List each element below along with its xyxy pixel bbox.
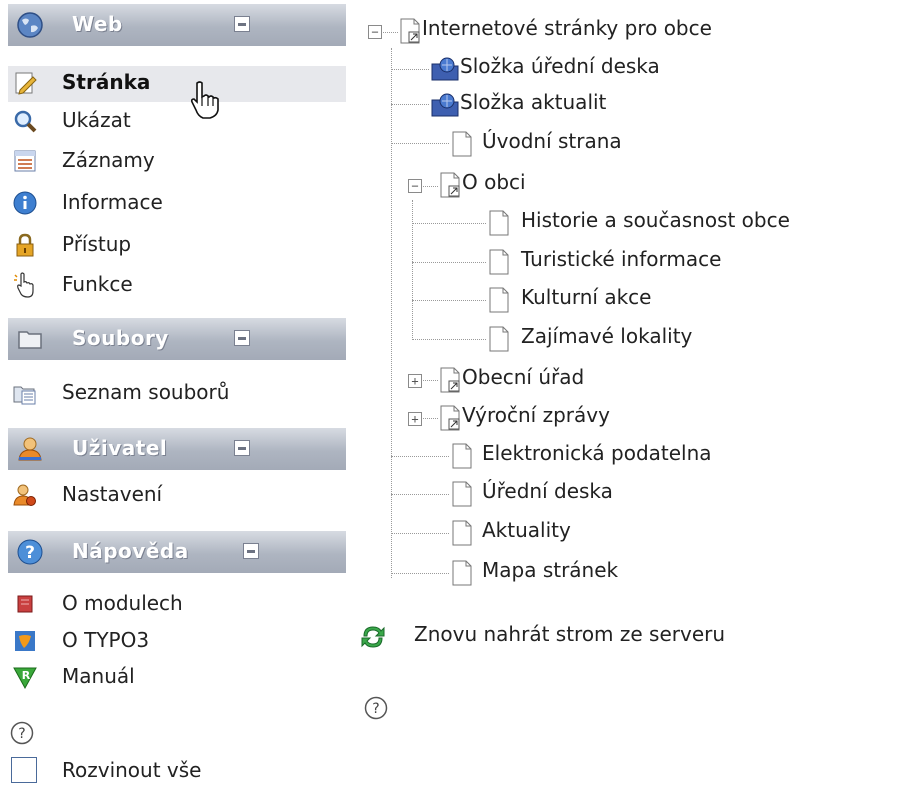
menu-item-informace[interactable]: Informace: [8, 186, 346, 222]
page-shortcut-icon: [440, 172, 460, 198]
collapse-uzivatel-icon[interactable]: [234, 440, 250, 456]
menu-item-stranka[interactable]: Stránka: [8, 66, 346, 119]
tree-node-label: Internetové stránky pro obce: [422, 16, 712, 40]
page-icon: [489, 210, 509, 236]
group-title-web: Web: [72, 12, 123, 36]
magnifier-icon: [14, 110, 37, 133]
question-circle-icon[interactable]: ?: [10, 721, 34, 745]
svg-text:?: ?: [18, 726, 25, 742]
tree-node-label: Obecní úřad: [462, 365, 585, 389]
svg-text:?: ?: [25, 543, 35, 563]
tree-node-label: Kulturní akce: [521, 285, 652, 309]
menu-item-label: Seznam souborů: [62, 380, 230, 404]
group-header-napoveda[interactable]: ? Nápověda: [8, 531, 346, 573]
tree-node-label: Aktuality: [482, 518, 571, 542]
page-icon: [452, 443, 472, 469]
collapse-soubory-icon[interactable]: [234, 330, 250, 346]
tree-node-label: Elektronická podatelna: [482, 441, 712, 465]
collapse-toggle-icon[interactable]: −: [408, 179, 422, 193]
tree-node-label: Turistické informace: [521, 247, 722, 271]
refresh-icon: [361, 626, 385, 648]
tree-node-label: Zajímavé lokality: [521, 324, 693, 348]
group-header-web[interactable]: Web: [8, 4, 346, 46]
menu-item-ukazat[interactable]: Ukázat: [8, 104, 346, 140]
tree-node-label: Úřední deska: [482, 479, 613, 503]
tree-node-label: Mapa stránek: [482, 558, 619, 582]
user-settings-icon: [13, 484, 36, 506]
menu-item-o-modulech[interactable]: O modulech: [8, 587, 346, 623]
expand-all-checkbox[interactable]: [11, 757, 37, 783]
tree-node-label: Složka aktualit: [460, 90, 607, 114]
page-icon: [452, 131, 472, 157]
menu-item-funkce[interactable]: Funkce: [8, 268, 346, 304]
tree-node-label: Výroční zprávy: [462, 403, 610, 427]
page-icon: [452, 560, 472, 586]
tree-node-label: Úvodní strana: [482, 129, 622, 153]
menu-item-seznam-souboru[interactable]: Seznam souborů: [8, 376, 346, 412]
page-icon: [489, 249, 509, 275]
svg-text:?: ?: [372, 701, 379, 717]
menu-item-manual[interactable]: R Manuál: [8, 660, 346, 696]
expand-toggle-icon[interactable]: +: [408, 412, 422, 426]
menu-item-label: O TYPO3: [62, 628, 150, 652]
question-circle-icon[interactable]: ?: [364, 696, 388, 720]
svg-text:R: R: [22, 669, 31, 682]
menu-item-zaznamy[interactable]: Záznamy: [8, 144, 346, 180]
folder-icon: [18, 331, 42, 349]
globe-icon: [17, 12, 43, 38]
menu-item-o-typo3[interactable]: O TYPO3: [8, 624, 346, 660]
menu-item-nastaveni[interactable]: Nastavení: [8, 478, 346, 514]
page-shortcut-icon: [440, 367, 460, 393]
menu-item-label: Záznamy: [62, 148, 155, 172]
menu-item-pristup[interactable]: Přístup: [8, 228, 346, 264]
module-menu: Web Stránka Ukázat Záznamy Informace Pří…: [0, 0, 348, 791]
expand-toggle-icon[interactable]: +: [408, 374, 422, 388]
page-icon: [452, 520, 472, 546]
menu-item-label: Manuál: [62, 664, 135, 688]
user-icon: [18, 437, 42, 461]
collapse-web-icon[interactable]: [234, 16, 250, 32]
collapse-toggle-icon[interactable]: −: [368, 25, 382, 39]
page-shortcut-icon: [440, 405, 460, 431]
group-title-soubory: Soubory: [72, 326, 169, 350]
group-title-napoveda: Nápověda: [72, 539, 189, 563]
sysfolder-icon: [431, 93, 459, 117]
group-header-soubory[interactable]: Soubory: [8, 318, 346, 360]
page-icon: [489, 326, 509, 352]
group-header-uzivatel[interactable]: Uživatel: [8, 428, 346, 470]
tree-node-label: Historie a současnost obce: [521, 208, 790, 232]
menu-item-label: O modulech: [62, 591, 183, 615]
collapse-napoveda-icon[interactable]: [243, 543, 259, 559]
tree-node-label: O obci: [462, 170, 526, 194]
file-list-icon: [13, 386, 36, 405]
page-icon: [489, 287, 509, 313]
menu-item-label: Funkce: [62, 272, 133, 296]
page-edit-icon: [15, 72, 37, 95]
typo3-icon: [15, 631, 35, 651]
expand-all-option[interactable]: Rozvinout vše: [8, 754, 346, 790]
module-icon: [17, 595, 33, 613]
manual-icon: R: [13, 667, 37, 690]
menu-item-label: Přístup: [62, 232, 132, 256]
page-shortcut-icon: [400, 18, 420, 44]
menu-item-label: Stránka: [62, 70, 151, 94]
page-tree: − Internetové stránky pro obce Složka úř…: [350, 0, 913, 791]
info-icon: [13, 191, 37, 215]
sysfolder-icon: [431, 57, 459, 81]
group-title-uzivatel: Uživatel: [72, 436, 168, 460]
expand-all-label: Rozvinout vše: [62, 758, 202, 782]
reload-tree-label: Znovu nahrát strom ze serveru: [414, 622, 726, 646]
hand-pointer-icon: [14, 272, 34, 298]
padlock-icon: [16, 233, 34, 257]
page-icon: [452, 481, 472, 507]
menu-item-label: Nastavení: [62, 482, 163, 506]
help-icon: ?: [17, 539, 43, 565]
menu-item-label: Informace: [62, 190, 163, 214]
menu-item-label: Ukázat: [62, 108, 131, 132]
tree-node-label: Složka úřední deska: [460, 54, 660, 78]
list-table-icon: [14, 150, 36, 172]
